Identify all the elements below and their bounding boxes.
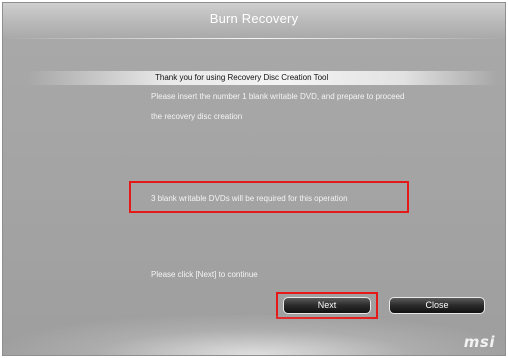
burn-recovery-window: Burn Recovery Thank you for using Recove…: [2, 2, 506, 356]
continue-hint: Please click [Next] to continue: [151, 270, 258, 279]
next-button[interactable]: Next: [283, 297, 371, 314]
notice-highlight-box: 3 blank writable DVDs will be required f…: [129, 181, 409, 213]
close-button[interactable]: Close: [389, 297, 485, 314]
description-line-2: the recovery disc creation: [151, 112, 243, 121]
msi-logo: msi: [463, 333, 495, 351]
window-title: Burn Recovery: [209, 11, 299, 26]
header-text: Thank you for using Recovery Disc Creati…: [155, 73, 329, 82]
footer-band: [3, 315, 505, 355]
description-line-1: Please insert the number 1 blank writabl…: [151, 92, 405, 101]
title-bar: Burn Recovery: [3, 3, 505, 39]
notice-text: 3 blank writable DVDs will be required f…: [151, 194, 348, 203]
